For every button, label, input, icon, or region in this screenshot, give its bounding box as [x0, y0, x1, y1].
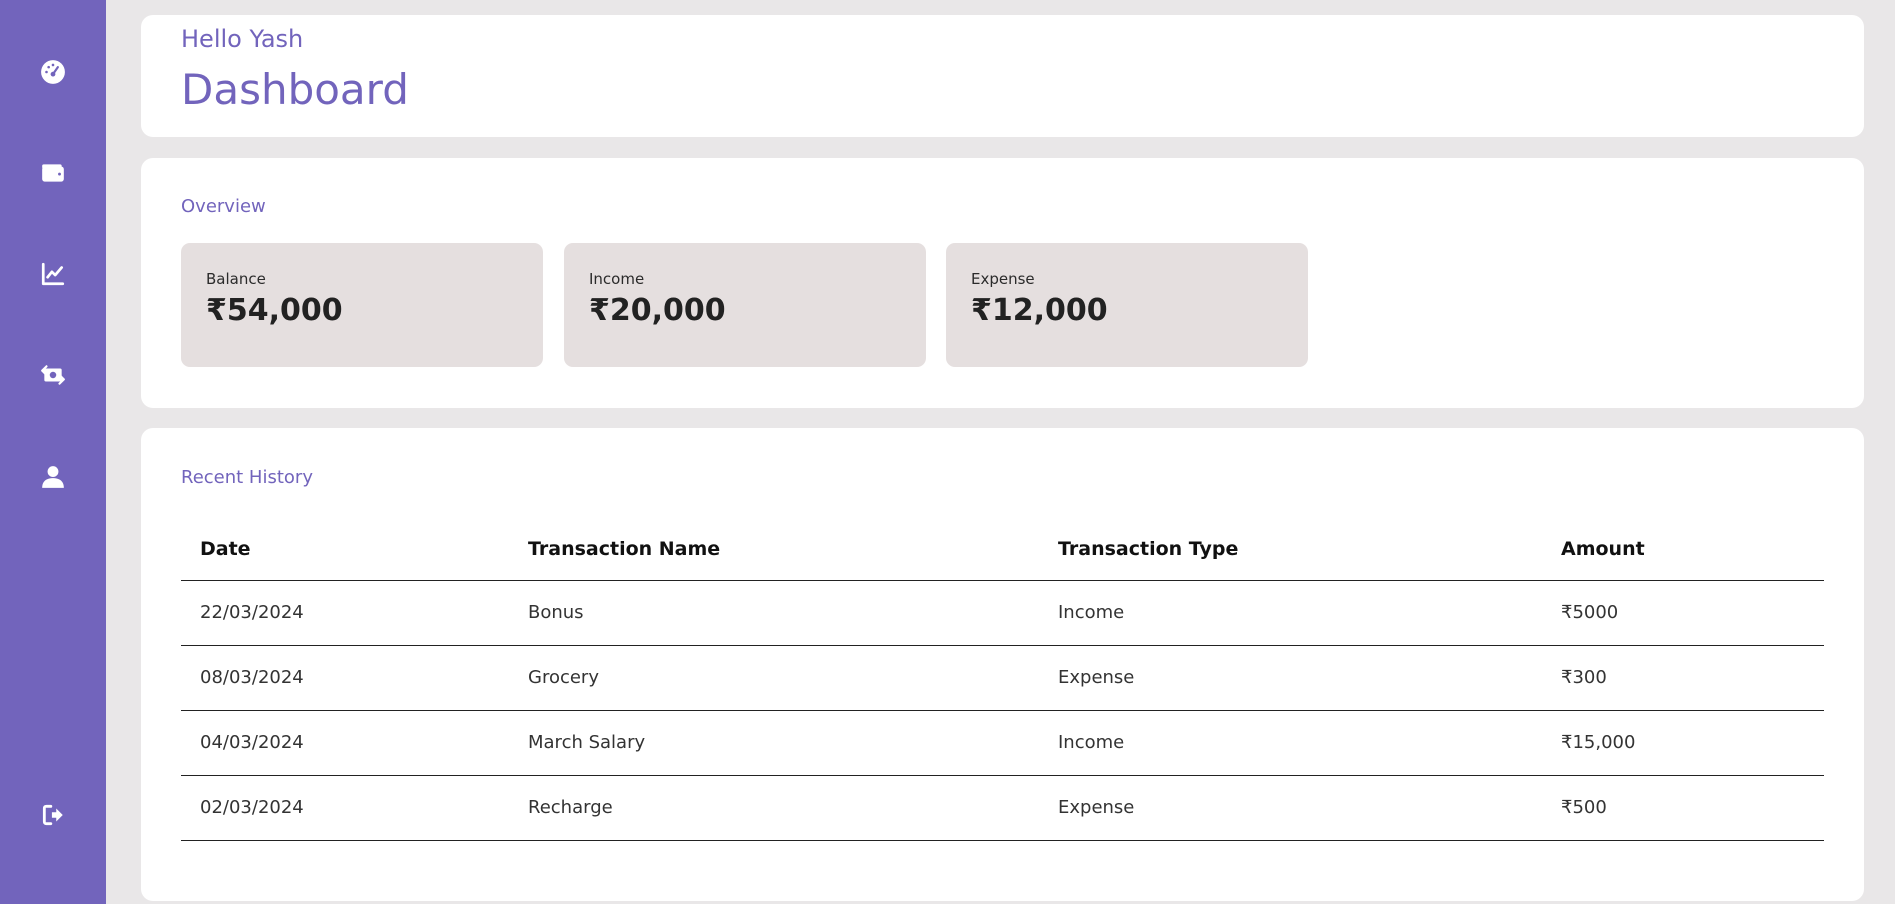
cell-date: 22/03/2024: [181, 580, 509, 646]
table-row: 02/03/2024 Recharge Expense ₹500: [181, 775, 1824, 841]
cell-date: 04/03/2024: [181, 710, 509, 776]
nav-transactions[interactable]: [33, 355, 73, 395]
stat-label: Balance: [206, 270, 266, 288]
stat-value: ₹54,000: [206, 293, 343, 328]
overview-card: Overview Balance ₹54,000 Income ₹20,000 …: [141, 158, 1864, 408]
chart-line-icon: [41, 262, 65, 286]
history-table: Date Transaction Name Transaction Type A…: [181, 518, 1824, 841]
cell-date: 02/03/2024: [181, 775, 509, 841]
user-icon: [42, 466, 64, 488]
cell-type: Income: [1039, 710, 1542, 776]
cell-type: Expense: [1039, 775, 1542, 841]
stat-card-income: Income ₹20,000: [564, 243, 926, 367]
cell-amount: ₹15,000: [1542, 710, 1824, 776]
cell-name: March Salary: [509, 710, 1039, 776]
wallet-icon: [42, 164, 64, 182]
stat-value: ₹20,000: [589, 293, 726, 328]
greeting: Hello Yash: [181, 25, 304, 53]
gauge-icon: [41, 60, 65, 84]
stat-label: Expense: [971, 270, 1035, 288]
cell-amount: ₹300: [1542, 645, 1824, 711]
money-exchange-icon: [41, 365, 65, 385]
nav-profile[interactable]: [33, 457, 73, 497]
cell-name: Bonus: [509, 580, 1039, 646]
nav-wallet[interactable]: [33, 153, 73, 193]
stat-card-balance: Balance ₹54,000: [181, 243, 543, 367]
table-header-row: Date Transaction Name Transaction Type A…: [181, 518, 1824, 581]
cell-date: 08/03/2024: [181, 645, 509, 711]
stat-label: Income: [589, 270, 645, 288]
sidebar: [0, 0, 106, 904]
stat-value: ₹12,000: [971, 293, 1108, 328]
cell-name: Recharge: [509, 775, 1039, 841]
header-card: Hello Yash Dashboard: [141, 15, 1864, 137]
main-content: Hello Yash Dashboard Overview Balance ₹5…: [141, 15, 1864, 901]
nav-analytics[interactable]: [33, 254, 73, 294]
history-title: Recent History: [181, 467, 313, 488]
overview-title: Overview: [181, 196, 266, 217]
cell-name: Grocery: [509, 645, 1039, 711]
column-header-name: Transaction Name: [509, 518, 1039, 581]
table-row: 22/03/2024 Bonus Income ₹5000: [181, 580, 1824, 646]
cell-type: Income: [1039, 580, 1542, 646]
cell-amount: ₹500: [1542, 775, 1824, 841]
column-header-type: Transaction Type: [1039, 518, 1542, 581]
nav-dashboard[interactable]: [33, 52, 73, 92]
column-header-date: Date: [181, 518, 509, 581]
history-card: Recent History Date Transaction Name Tra…: [141, 428, 1864, 901]
table-row: 08/03/2024 Grocery Expense ₹300: [181, 645, 1824, 711]
logout-icon: [42, 804, 63, 826]
logout-button[interactable]: [33, 795, 73, 835]
stat-card-expense: Expense ₹12,000: [946, 243, 1308, 367]
page-title: Dashboard: [181, 65, 409, 114]
cell-amount: ₹5000: [1542, 580, 1824, 646]
column-header-amount: Amount: [1542, 518, 1824, 581]
table-row: 04/03/2024 March Salary Income ₹15,000: [181, 710, 1824, 776]
cell-type: Expense: [1039, 645, 1542, 711]
